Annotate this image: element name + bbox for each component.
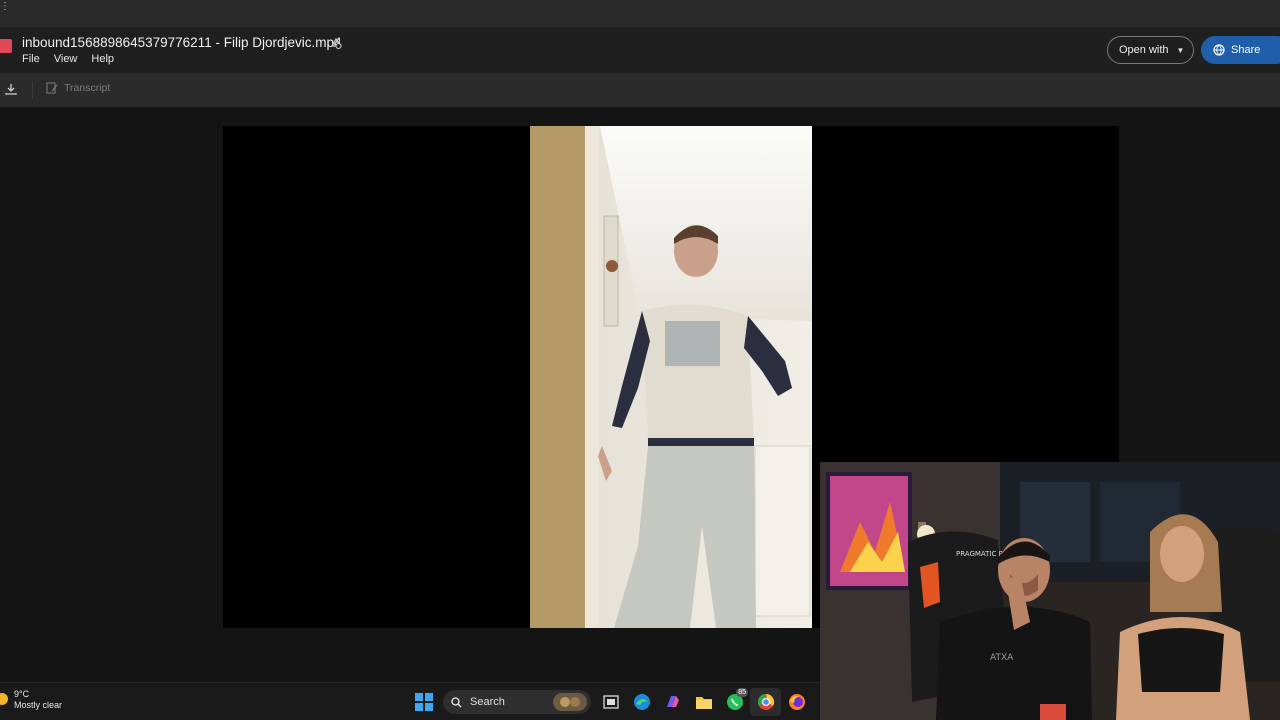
copilot-icon[interactable] <box>657 688 688 716</box>
download-icon[interactable] <box>4 82 18 96</box>
search-highlight-icon <box>553 693 587 711</box>
firefox-icon[interactable] <box>781 688 812 716</box>
task-view-icon[interactable] <box>595 688 626 716</box>
whatsapp-icon[interactable]: 85 <box>719 688 750 716</box>
viewer-toolbar: Transcript <box>0 73 1280 107</box>
transcript-button[interactable]: Transcript <box>46 82 110 94</box>
open-with-button[interactable]: Open with ▼ <box>1107 36 1194 64</box>
menu-file[interactable]: File <box>22 53 40 65</box>
globe-icon <box>1213 44 1225 56</box>
search-icon <box>451 696 462 707</box>
chrome-icon[interactable] <box>750 688 781 716</box>
transcript-label: Transcript <box>64 82 111 94</box>
search-label: Search <box>470 696 505 708</box>
caret-down-icon: ▼ <box>1176 45 1185 55</box>
menu-bar: File View Help <box>22 53 114 65</box>
browser-top-strip: ⋮ <box>0 0 1280 27</box>
file-explorer-icon[interactable] <box>688 688 719 716</box>
drive-status-icon[interactable] <box>329 36 343 50</box>
svg-text:ATXA: ATXA <box>990 653 1014 663</box>
share-label: Share <box>1231 44 1261 56</box>
edge-icon[interactable] <box>626 688 657 716</box>
taskbar-search[interactable]: Search <box>443 690 591 714</box>
menu-view[interactable]: View <box>54 53 78 65</box>
drive-header: inbound1568898645379776211 - Filip Djord… <box>0 27 1280 73</box>
menu-help[interactable]: Help <box>91 53 114 65</box>
svg-text:PRAGMATIC P: PRAGMATIC P <box>956 550 1003 558</box>
whatsapp-badge: 85 <box>736 688 748 697</box>
more-options-icon[interactable]: ⋮ <box>0 2 10 18</box>
weather-desc: Mostly clear <box>14 700 63 710</box>
video-file-icon <box>0 39 12 53</box>
webcam-image: PRAGMATIC P ATXA <box>820 462 1280 720</box>
weather-widget[interactable]: 9°C Mostly clear <box>0 689 62 711</box>
open-with-label: Open with <box>1119 44 1169 56</box>
windows-taskbar: 9°C Mostly clear Search 85 <box>0 682 820 720</box>
streamer-webcam: PRAGMATIC P ATXA <box>820 462 1280 720</box>
video-frame[interactable] <box>530 126 812 628</box>
transcript-icon <box>46 82 58 94</box>
weather-temp: 9°C <box>14 689 30 699</box>
windows-start-icon[interactable] <box>408 688 439 716</box>
share-button[interactable]: Share <box>1201 36 1280 64</box>
file-title: inbound1568898645379776211 - Filip Djord… <box>22 35 342 50</box>
weather-icon <box>0 693 8 705</box>
video-content-image <box>530 126 812 628</box>
taskbar-icons: Search 85 <box>408 688 812 716</box>
toolbar-divider <box>32 81 33 99</box>
